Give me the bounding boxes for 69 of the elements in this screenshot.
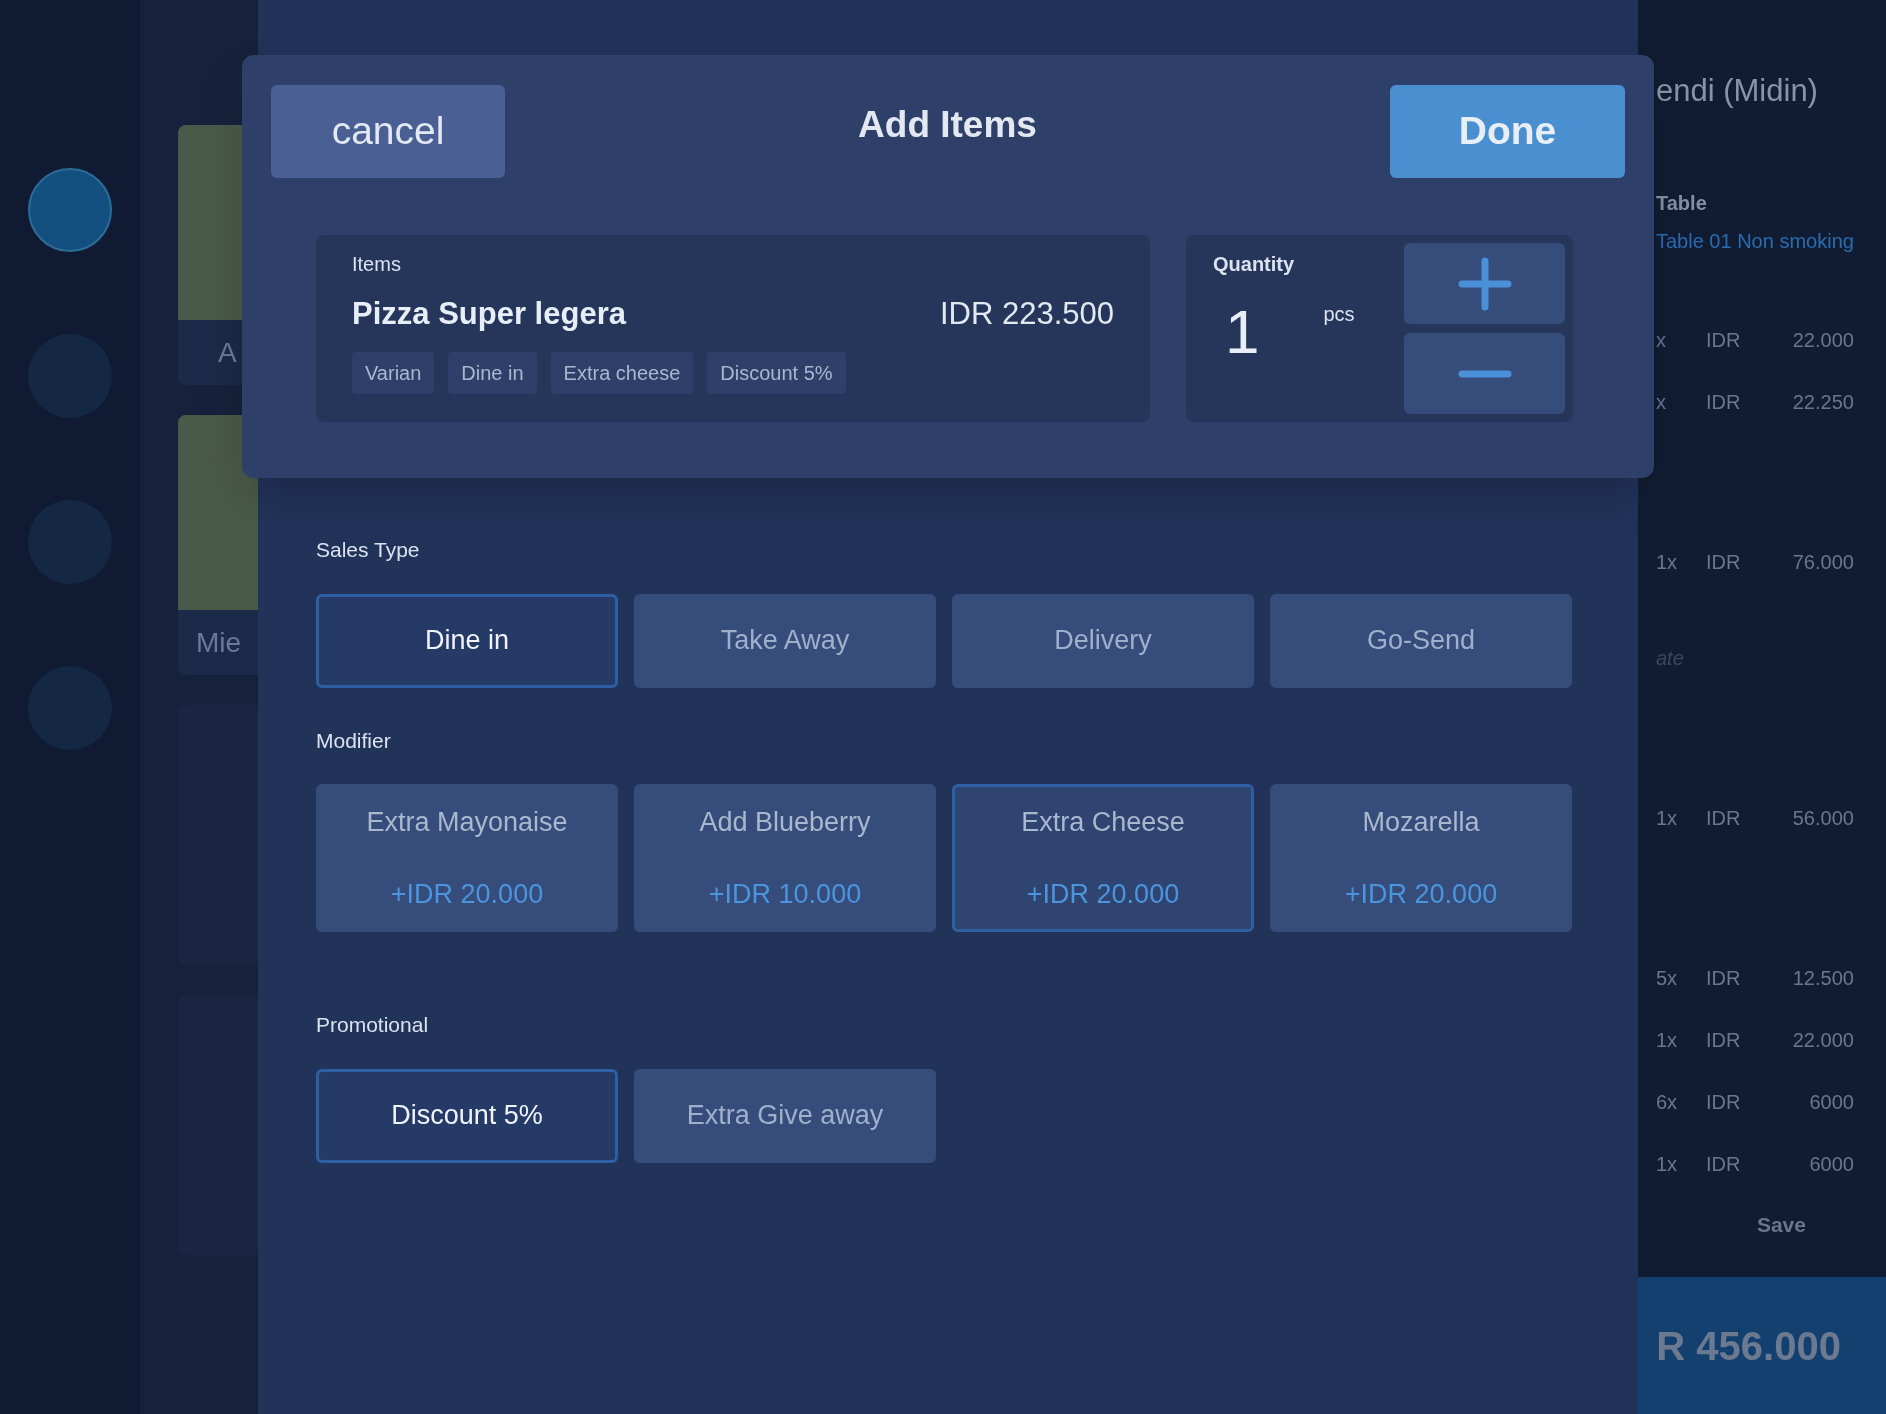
modifier-option[interactable]: Extra Cheese +IDR 20.000: [952, 784, 1254, 932]
amount-text: 56.000: [1791, 806, 1854, 831]
option-button[interactable]: Take Away: [634, 593, 936, 688]
quantity-unit: pcs: [1323, 302, 1355, 327]
quantity-label: Quantity: [1213, 252, 1296, 277]
dialog-title: Add Items: [858, 103, 1037, 147]
product-name: A: [218, 335, 237, 370]
section-label: Sales Type: [316, 537, 421, 563]
currency-text: IDR: [1706, 390, 1742, 415]
modifier-option[interactable]: Add Blueberry +IDR 10.000: [634, 784, 936, 932]
modifier-name: Add Blueberry: [699, 805, 871, 839]
option-button[interactable]: Dine in: [316, 593, 618, 688]
quantity-text: 1x: [1656, 806, 1679, 831]
amount-text: 12.500: [1791, 966, 1854, 991]
currency-text: IDR: [1706, 328, 1742, 353]
increase-button[interactable]: [1404, 243, 1565, 324]
modifier-option[interactable]: Extra Mayonaise +IDR 20.000: [316, 784, 618, 932]
quantity-text: 1x: [1656, 550, 1679, 575]
section-label: Modifier: [316, 727, 392, 754]
currency-text: IDR: [1706, 966, 1742, 991]
quantity-text: x: [1656, 390, 1667, 415]
item-name: Pizza Super legera: [352, 295, 626, 333]
amount-text: 22.250: [1791, 390, 1854, 415]
modifier-price: +IDR 20.000: [1344, 878, 1498, 911]
option-button[interactable]: Delivery: [952, 593, 1254, 688]
item-tag: Varian: [352, 351, 435, 394]
minus-icon: [1457, 369, 1512, 378]
option-button[interactable]: Extra Give away: [634, 1068, 936, 1163]
modifier-price: +IDR 10.000: [708, 878, 862, 911]
table-name: Table 01 Non smoking: [1656, 229, 1854, 254]
amount-text: 22.000: [1791, 328, 1854, 353]
product-name: Mie: [196, 625, 242, 660]
option-button[interactable]: Discount 5%: [316, 1068, 618, 1163]
modifier-name: Mozarella: [1362, 805, 1480, 839]
done-button[interactable]: Done: [1390, 85, 1625, 178]
modifier-name: Extra Mayonaise: [366, 805, 568, 839]
item-tag: Extra cheese: [550, 351, 694, 394]
quantity-text: x: [1656, 328, 1667, 353]
total-amount: R 456.000: [1656, 1322, 1841, 1370]
quantity-text: 6x: [1656, 1090, 1679, 1115]
amount-text: 22.000: [1791, 1028, 1854, 1053]
item-label: Items: [352, 252, 402, 277]
item-tag: Dine in: [448, 351, 537, 394]
modifier-name: Extra Cheese: [1021, 805, 1185, 839]
option-button[interactable]: Go-Send: [1270, 593, 1572, 688]
currency-text: IDR: [1706, 1152, 1742, 1177]
decrease-button[interactable]: [1404, 333, 1565, 414]
modifier-price: +IDR 20.000: [1026, 878, 1180, 911]
currency-text: IDR: [1706, 1028, 1742, 1053]
save-link[interactable]: Save: [1756, 1209, 1806, 1241]
customer-name: endi (Midin): [1656, 72, 1819, 110]
modifier-option[interactable]: Mozarella +IDR 20.000: [1270, 784, 1572, 932]
currency-text: IDR: [1706, 806, 1742, 831]
cancel-button[interactable]: cancel: [271, 85, 505, 178]
plus-icon: [1457, 256, 1512, 311]
amount-text: 76.000: [1791, 550, 1854, 575]
quantity-text: 1x: [1656, 1152, 1679, 1177]
section-label: Promotional: [316, 1012, 430, 1038]
table-label: Table: [1656, 191, 1708, 216]
currency-text: IDR: [1706, 550, 1742, 575]
item-price: IDR 223.500: [939, 295, 1114, 333]
quantity-text: 1x: [1656, 1028, 1679, 1053]
item-tag: Discount 5%: [707, 351, 846, 394]
quantity-value: 1: [1225, 296, 1260, 368]
amount-text: 6000: [1808, 1090, 1854, 1115]
quantity-text: 5x: [1656, 966, 1679, 991]
amount-text: 6000: [1808, 1152, 1854, 1177]
currency-text: IDR: [1706, 1090, 1742, 1115]
modifier-price: +IDR 20.000: [390, 878, 544, 911]
